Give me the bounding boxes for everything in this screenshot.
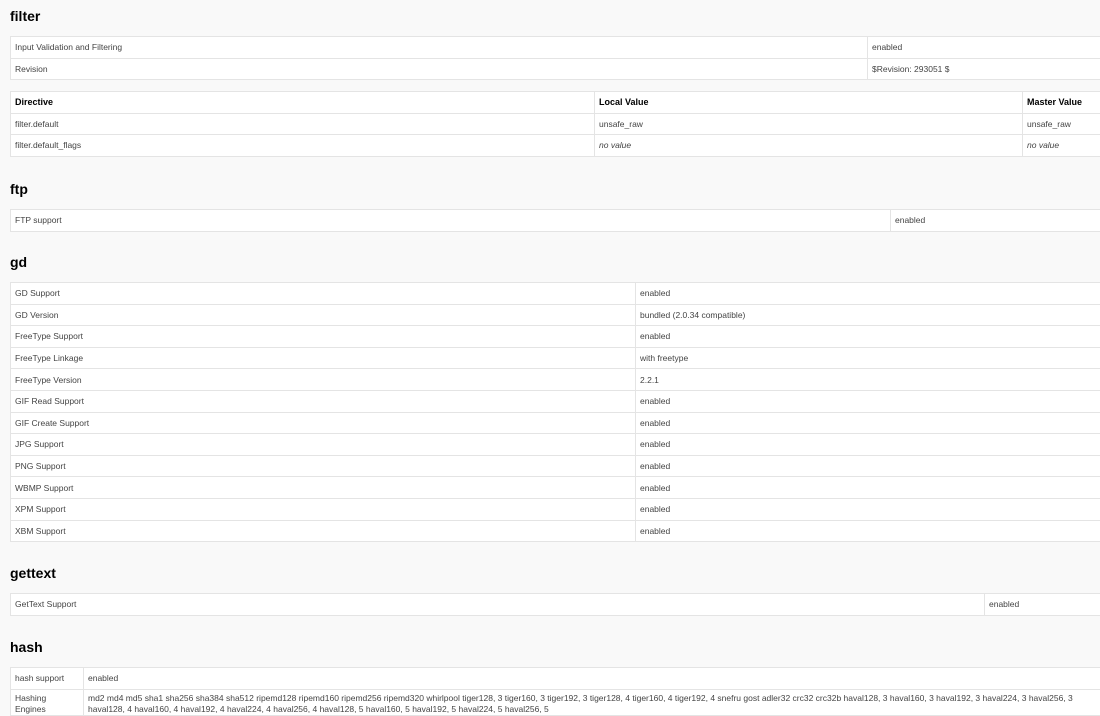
row-value: md2 md4 md5 sha1 sha256 sha384 sha512 ri… — [84, 689, 1100, 715]
table-row: GetText Support enabled — [11, 594, 1100, 616]
directive-local-value: no value — [595, 135, 1023, 157]
ftp-table: FTP support enabled — [10, 209, 1100, 232]
section-title-filter: filter — [10, 8, 40, 24]
row-key: GD Support — [11, 283, 636, 305]
section-title-gettext: gettext — [10, 565, 56, 581]
directive-master-value: no value — [1023, 135, 1100, 157]
row-key: GIF Create Support — [11, 412, 636, 434]
row-key: hash support — [11, 668, 84, 690]
row-key: GIF Read Support — [11, 390, 636, 412]
row-key: JPG Support — [11, 434, 636, 456]
table-row: JPG Supportenabled — [11, 434, 1100, 456]
section-title-hash: hash — [10, 639, 43, 655]
column-header-local-value: Local Value — [595, 92, 1023, 114]
table-row: PNG Supportenabled — [11, 455, 1100, 477]
table-row: XPM Supportenabled — [11, 498, 1100, 520]
row-key: GD Version — [11, 304, 636, 326]
row-value: enabled — [636, 520, 1100, 542]
row-value: enabled — [868, 37, 1100, 59]
directive-name: filter.default_flags — [11, 135, 595, 157]
row-key: PNG Support — [11, 455, 636, 477]
table-row: Input Validation and Filtering enabled — [11, 37, 1100, 59]
row-value: enabled — [636, 326, 1100, 348]
row-key: XBM Support — [11, 520, 636, 542]
table-row: FreeType Linkagewith freetype — [11, 347, 1100, 369]
table-row: GIF Read Supportenabled — [11, 390, 1100, 412]
row-key: Hashing Engines — [11, 689, 84, 715]
section-title-ftp: ftp — [10, 181, 28, 197]
row-value: enabled — [636, 455, 1100, 477]
table-row: FreeType Version2.2.1 — [11, 369, 1100, 391]
row-value: enabled — [636, 434, 1100, 456]
table-row: FTP support enabled — [11, 210, 1100, 232]
row-value: enabled — [84, 668, 1100, 690]
phpinfo-page: filter Input Validation and Filtering en… — [0, 0, 1100, 715]
filter-info-table: Input Validation and Filtering enabled R… — [10, 36, 1100, 80]
row-value: enabled — [636, 283, 1100, 305]
row-value: enabled — [636, 498, 1100, 520]
row-key: FreeType Support — [11, 326, 636, 348]
row-key: GetText Support — [11, 594, 985, 616]
table-row: Revision $Revision: 293051 $ — [11, 58, 1100, 80]
row-value: 2.2.1 — [636, 369, 1100, 391]
gd-table: GD Supportenabled GD Versionbundled (2.0… — [10, 282, 1100, 542]
row-value: with freetype — [636, 347, 1100, 369]
column-header-master-value: Master Value — [1023, 92, 1100, 114]
directive-master-value: unsafe_raw — [1023, 113, 1100, 135]
hash-table: hash support enabled Hashing Engines md2… — [10, 667, 1100, 716]
row-value: enabled — [636, 477, 1100, 499]
table-row: filter.default unsafe_raw unsafe_raw — [11, 113, 1100, 135]
table-row: hash support enabled — [11, 668, 1100, 690]
directive-local-value: unsafe_raw — [595, 113, 1023, 135]
table-row: GD Versionbundled (2.0.34 compatible) — [11, 304, 1100, 326]
row-key: FreeType Linkage — [11, 347, 636, 369]
row-key: Revision — [11, 58, 868, 80]
column-header-directive: Directive — [11, 92, 595, 114]
row-value: $Revision: 293051 $ — [868, 58, 1100, 80]
section-title-gd: gd — [10, 254, 27, 270]
row-key: FreeType Version — [11, 369, 636, 391]
directive-name: filter.default — [11, 113, 595, 135]
row-key: FTP support — [11, 210, 891, 232]
row-key: WBMP Support — [11, 477, 636, 499]
table-row: XBM Supportenabled — [11, 520, 1100, 542]
row-value: enabled — [891, 210, 1100, 232]
row-value: bundled (2.0.34 compatible) — [636, 304, 1100, 326]
filter-directives-table: Directive Local Value Master Value filte… — [10, 91, 1100, 157]
row-key: XPM Support — [11, 498, 636, 520]
table-row: FreeType Supportenabled — [11, 326, 1100, 348]
table-row: WBMP Supportenabled — [11, 477, 1100, 499]
row-value: enabled — [636, 390, 1100, 412]
table-row: GD Supportenabled — [11, 283, 1100, 305]
row-key: Input Validation and Filtering — [11, 37, 868, 59]
row-value: enabled — [985, 594, 1100, 616]
row-value: enabled — [636, 412, 1100, 434]
table-header-row: Directive Local Value Master Value — [11, 92, 1100, 114]
table-row: Hashing Engines md2 md4 md5 sha1 sha256 … — [11, 689, 1100, 715]
gettext-table: GetText Support enabled — [10, 593, 1100, 616]
table-row: GIF Create Supportenabled — [11, 412, 1100, 434]
table-row: filter.default_flags no value no value — [11, 135, 1100, 157]
